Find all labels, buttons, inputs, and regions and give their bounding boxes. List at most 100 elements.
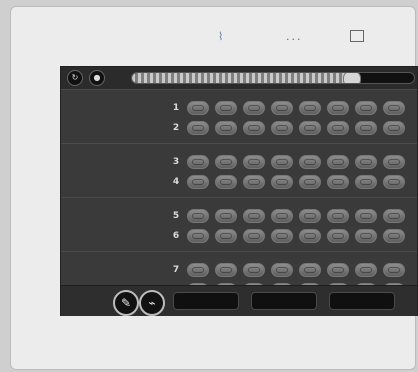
pad-button[interactable] (383, 229, 405, 243)
bottom-button-2[interactable] (251, 292, 317, 310)
pad-cells (187, 175, 405, 189)
pad-button[interactable] (299, 209, 321, 223)
pad-button[interactable] (327, 209, 349, 223)
pad-button[interactable] (243, 155, 265, 169)
pad-button[interactable] (215, 263, 237, 277)
pad-button[interactable] (243, 229, 265, 243)
pad-button[interactable] (187, 263, 209, 277)
pad-button[interactable] (383, 175, 405, 189)
pad-button[interactable] (187, 209, 209, 223)
pad-button[interactable] (383, 101, 405, 115)
circle-icon: ● (93, 73, 101, 82)
pad-cells (187, 229, 405, 243)
toolbar-button-2[interactable]: ● (89, 70, 105, 86)
pad-button[interactable] (271, 121, 293, 135)
pad-button[interactable] (383, 155, 405, 169)
pad-section: 5 6 (61, 197, 417, 252)
pad-button[interactable] (215, 209, 237, 223)
circle-arrow-icon: ↻ (71, 73, 79, 82)
pad-button[interactable] (271, 263, 293, 277)
overflow-icon: ... (286, 30, 303, 43)
pad-row: 7 (171, 260, 417, 280)
section-label (61, 144, 171, 198)
timeline-fill (132, 73, 352, 83)
pad-button[interactable] (187, 175, 209, 189)
pad-button[interactable] (271, 229, 293, 243)
pad-cells (187, 209, 405, 223)
pad-button[interactable] (299, 175, 321, 189)
pad-button[interactable] (355, 263, 377, 277)
pad-button[interactable] (299, 121, 321, 135)
timeline-handle[interactable] (342, 73, 361, 83)
row-number: 4 (172, 177, 180, 187)
pad-button[interactable] (355, 229, 377, 243)
pad-cells (187, 121, 405, 135)
pad-button[interactable] (271, 155, 293, 169)
pad-button[interactable] (271, 209, 293, 223)
bottom-button-1[interactable] (173, 292, 239, 310)
pad-button[interactable] (299, 263, 321, 277)
pad-button[interactable] (327, 155, 349, 169)
pad-button[interactable] (243, 175, 265, 189)
pad-row: 5 (171, 206, 417, 226)
pad-button[interactable] (215, 175, 237, 189)
edit-icon: ✎ (120, 296, 132, 310)
pad-button[interactable] (215, 101, 237, 115)
pad-button[interactable] (327, 121, 349, 135)
brush-button[interactable]: ⌁ (139, 290, 165, 316)
row-number: 3 (172, 157, 180, 167)
row-number: 1 (172, 103, 180, 113)
row-number: 5 (172, 211, 180, 221)
pad-button[interactable] (187, 121, 209, 135)
pad-row: 4 (171, 172, 417, 192)
pad-button[interactable] (187, 229, 209, 243)
pad-button[interactable] (215, 121, 237, 135)
pad-button[interactable] (383, 209, 405, 223)
pad-button[interactable] (327, 263, 349, 277)
pad-section: 3 4 (61, 143, 417, 198)
pad-button[interactable] (243, 209, 265, 223)
pad-button[interactable] (355, 155, 377, 169)
bottom-button-3[interactable] (329, 292, 395, 310)
pad-cells (187, 101, 405, 115)
pad-button[interactable] (355, 175, 377, 189)
pad-button[interactable] (243, 121, 265, 135)
pad-button[interactable] (355, 209, 377, 223)
pad-grid: 1 2 3 4 5 6 7 (61, 89, 417, 309)
pad-button[interactable] (243, 101, 265, 115)
battery-icon (350, 30, 364, 42)
pad-button[interactable] (383, 121, 405, 135)
pad-row: 6 (171, 226, 417, 246)
pad-button[interactable] (327, 229, 349, 243)
pad-button[interactable] (271, 175, 293, 189)
timeline-slider[interactable] (131, 72, 415, 84)
pad-button[interactable] (299, 229, 321, 243)
row-number: 2 (172, 123, 180, 133)
pad-row: 1 (171, 98, 417, 118)
status-bar: ⌇ ... (10, 6, 414, 68)
pad-button[interactable] (215, 155, 237, 169)
edit-button[interactable]: ✎ (113, 290, 139, 316)
bottom-label (67, 295, 111, 307)
pad-button[interactable] (383, 263, 405, 277)
bottom-bar: ✎ ⌁ (61, 285, 417, 316)
brush-icon: ⌁ (148, 296, 156, 310)
pad-section: 1 2 (61, 89, 417, 144)
pad-button[interactable] (355, 121, 377, 135)
row-number: 7 (172, 265, 180, 275)
toolbar-button-1[interactable]: ↻ (67, 70, 83, 86)
pad-button[interactable] (215, 229, 237, 243)
pad-button[interactable] (187, 155, 209, 169)
section-label (61, 198, 171, 252)
pad-button[interactable] (243, 263, 265, 277)
row-number: 6 (172, 231, 180, 241)
pad-button[interactable] (299, 101, 321, 115)
pad-grid-app: ↻ ● 1 2 3 4 5 6 7 ✎ ⌁ (60, 66, 418, 316)
pad-button[interactable] (355, 101, 377, 115)
pad-button[interactable] (187, 101, 209, 115)
pad-button[interactable] (327, 175, 349, 189)
pad-button[interactable] (271, 101, 293, 115)
pad-button[interactable] (299, 155, 321, 169)
pad-button[interactable] (327, 101, 349, 115)
pad-cells (187, 155, 405, 169)
